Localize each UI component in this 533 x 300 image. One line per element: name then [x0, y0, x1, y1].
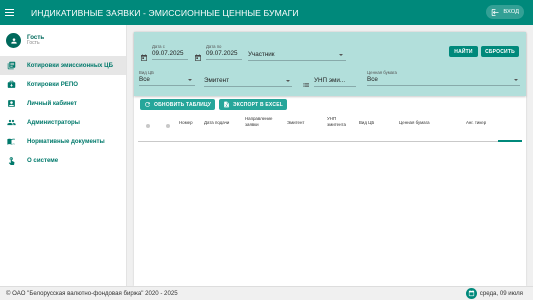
page-title: ИНДИКАТИВНЫЕ ЗАЯВКИ - ЭМИССИОННЫЕ ЦЕННЫЕ…	[31, 7, 299, 18]
date-to-underline	[206, 59, 242, 60]
issuer-select[interactable]: Эмитент	[204, 77, 229, 84]
login-icon	[492, 8, 499, 16]
column-header-issuer[interactable]: Эмитент	[287, 120, 304, 126]
security-type-underline	[139, 85, 195, 86]
refresh-icon	[145, 102, 150, 107]
current-date: среда, 09 июля	[465, 288, 523, 299]
find-button[interactable]: НАЙТИ	[449, 46, 478, 57]
sidebar-item-documents[interactable]: Нормативные документы	[0, 132, 126, 151]
library-icon	[6, 61, 16, 71]
export-excel-button[interactable]: ЭКСПОРТ В EXCEL	[219, 99, 288, 110]
date-from-underline	[152, 59, 188, 60]
unp-underline	[314, 86, 356, 87]
sidebar-item-label: О системе	[27, 157, 59, 164]
security-type-select[interactable]: Все	[139, 76, 150, 83]
refresh-table-button[interactable]: ОБНОВИТЬ ТАБЛИЦУ	[140, 99, 216, 110]
security-type-label: Вид ЦБ	[139, 70, 154, 75]
refresh-table-label: ОБНОВИТЬ ТАБЛИЦУ	[154, 101, 212, 108]
person-icon	[10, 37, 17, 44]
copyright-text: © ОАО "Белорусская валютно-фондовая бирж…	[6, 290, 178, 297]
book-icon	[6, 137, 16, 147]
participant-underline	[248, 60, 346, 61]
sidebar: Гость Гость Котировки эмиссионных ЦБ Кот…	[0, 25, 127, 286]
security-label: Ценная бумага	[367, 70, 397, 75]
profile-card-icon	[6, 99, 16, 109]
column-header-direction[interactable]: Направление заявки	[245, 116, 283, 127]
people-icon	[6, 118, 16, 128]
security-select[interactable]: Все	[367, 76, 378, 83]
touch-icon	[6, 156, 16, 166]
sidebar-item-securities-quotes[interactable]: Котировки эмиссионных ЦБ	[0, 56, 126, 75]
date-from-field[interactable]: 09.07.2025	[152, 50, 184, 57]
user-block: Гость Гость	[0, 25, 126, 56]
column-header-security[interactable]: Ценная бумага	[399, 120, 430, 126]
chevron-down-icon[interactable]	[339, 54, 343, 56]
chevron-down-icon[interactable]	[286, 80, 290, 82]
select-checkbox[interactable]	[146, 124, 150, 128]
list-icon	[302, 76, 310, 87]
unp-input[interactable]: УНП эми...	[314, 77, 345, 84]
column-header-unp[interactable]: УНП эмитента	[327, 116, 353, 127]
main-panel: Дата с 09.07.2025 Дата по 09.07.2025 Уча…	[134, 32, 526, 286]
chevron-down-icon[interactable]	[514, 79, 518, 81]
table-divider	[138, 141, 522, 142]
top-app-bar: ИНДИКАТИВНЫЕ ЗАЯВКИ - ЭМИССИОННЫЕ ЦЕННЫЕ…	[0, 0, 533, 25]
sidebar-item-label: Администраторы	[27, 119, 80, 126]
sidebar-item-about[interactable]: О системе	[0, 151, 126, 170]
repo-icon	[6, 80, 16, 90]
sidebar-item-label: Котировки эмиссионных ЦБ	[27, 62, 113, 69]
user-role: Гость	[27, 40, 40, 47]
calendar-icon	[465, 288, 477, 299]
select-all-checkbox[interactable]	[166, 124, 170, 128]
export-excel-label: ЭКСПОРТ В EXCEL	[233, 101, 284, 108]
reset-button[interactable]: СБРОСИТЬ	[481, 46, 519, 57]
column-header-date[interactable]: Дата подачи	[204, 120, 229, 126]
login-button[interactable]: ВХОД	[486, 5, 524, 19]
column-header-number[interactable]: Номер	[179, 120, 193, 126]
sidebar-item-label: Личный кабинет	[27, 100, 77, 107]
sidebar-item-admins[interactable]: Администраторы	[0, 113, 126, 132]
current-date-text: среда, 09 июля	[479, 290, 523, 297]
date-from-label: Дата с	[152, 44, 165, 49]
date-to-field[interactable]: 09.07.2025	[206, 50, 238, 57]
chevron-down-icon[interactable]	[188, 79, 192, 81]
sidebar-item-repo-quotes[interactable]: Котировки РЕПО	[0, 75, 126, 94]
participant-select[interactable]: Участник	[248, 51, 275, 58]
issuer-underline	[204, 86, 292, 87]
date-to-label: Дата по	[206, 44, 222, 49]
table-scroll-indicator	[498, 140, 522, 142]
sidebar-item-label: Нормативные документы	[27, 138, 105, 145]
security-underline	[367, 85, 520, 86]
excel-file-icon	[224, 101, 229, 108]
login-label: ВХОД	[503, 9, 519, 15]
calendar-icon[interactable]	[140, 49, 148, 61]
menu-icon[interactable]	[5, 0, 27, 25]
filter-panel: Дата с 09.07.2025 Дата по 09.07.2025 Уча…	[134, 32, 526, 96]
calendar-icon[interactable]	[194, 49, 202, 61]
sidebar-item-label: Котировки РЕПО	[27, 81, 78, 88]
avatar	[6, 33, 21, 48]
column-header-ticker[interactable]: Анг. тикер	[466, 120, 486, 126]
sidebar-item-profile[interactable]: Личный кабинет	[0, 94, 126, 113]
column-header-security-type[interactable]: Вид ЦБ	[359, 120, 374, 126]
footer: © ОАО "Белорусская валютно-фондовая бирж…	[0, 286, 533, 300]
